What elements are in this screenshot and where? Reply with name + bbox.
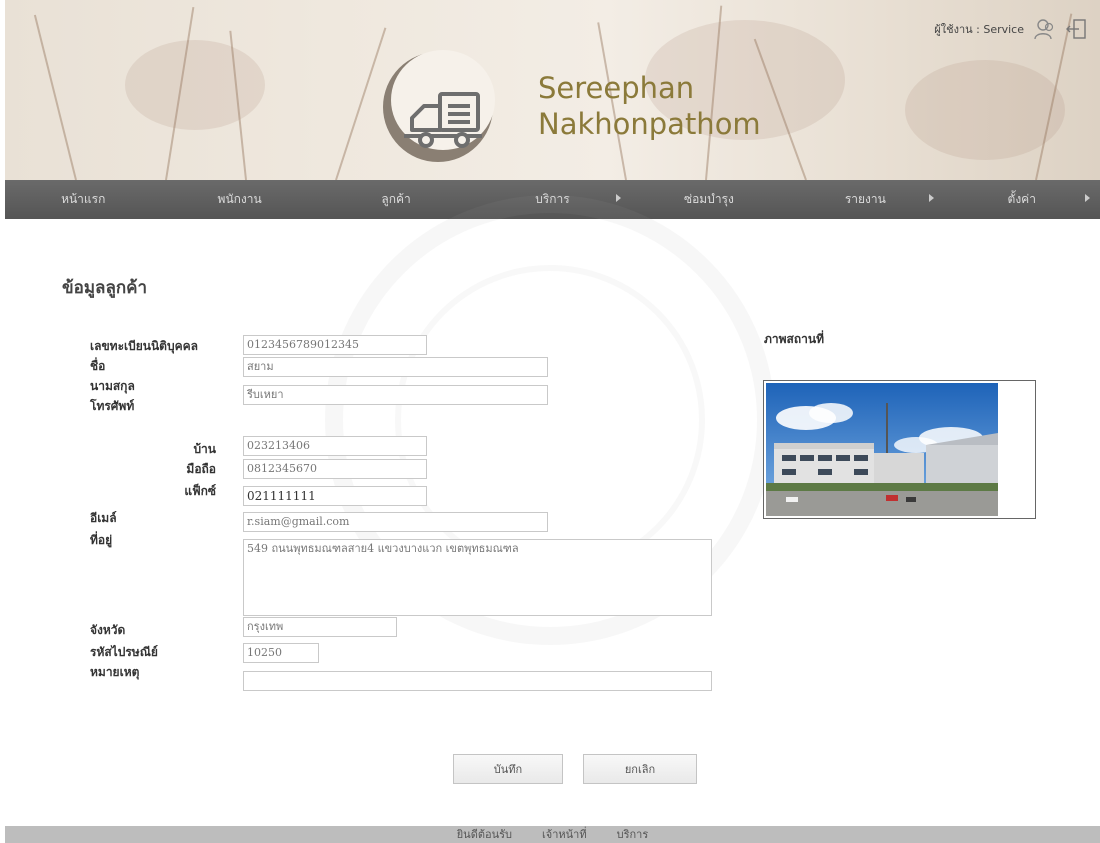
brand-name: Sereephan Nakhonpathom [538,70,761,142]
mobile-phone-field[interactable]: 0812345670 [243,459,427,479]
nav-item-home[interactable]: หน้าแรก [5,180,161,219]
footer-link-welcome[interactable]: ยินดีต้อนรับ [457,826,512,843]
remark-label: หมายเหตุ [90,665,140,679]
home-phone-label: บ้าน [193,442,216,456]
tax-id-field[interactable]: 0123456789012345 [243,335,427,355]
last-name-field[interactable]: รีบเหยา [243,385,548,405]
first-name-label: ชื่อ [90,359,106,373]
province-field[interactable]: กรุงเทพ [243,617,397,637]
footer-bar: ยินดีต้อนรับ เจ้าหน้าที่ บริการ [5,826,1100,843]
address-label: ที่อยู่ [90,533,113,547]
last-name-label: นามสกุล [90,379,135,393]
submenu-arrow-icon [1084,194,1090,202]
nav-item-label: บริการ [535,192,570,206]
location-image-label: ภาพสถานที่ [764,332,824,346]
banner-decoration [125,40,265,130]
phone-label: โทรศัพท์ [90,399,135,413]
remark-field[interactable] [243,671,712,691]
banner-stalk [33,14,77,180]
nav-item-label: ซ่อมบำรุง [683,192,734,206]
nav-item-label: พนักงาน [217,192,262,206]
user-icon[interactable] [1034,18,1056,40]
email-field[interactable]: r.siam@gmail.com [243,512,548,532]
banner-decoration [905,60,1065,160]
truck-logo-icon [404,92,482,148]
submenu-arrow-icon [615,194,621,202]
footer-link-service[interactable]: บริการ [617,826,649,843]
email-label: อีเมล์ [90,511,117,525]
tax-id-label: เลขทะเบียนนิติบุคคล [90,339,198,353]
home-phone-field[interactable]: 023213406 [243,436,427,456]
province-label: จังหวัด [90,623,126,637]
nav-item-settings[interactable]: ตั้งค่า [944,180,1100,219]
first-name-field[interactable]: สยาม [243,357,548,377]
address-field[interactable]: 549 ถนนพุทธมณฑลสาย4 แขวงบางแวก เขตพุทธมณ… [243,539,712,616]
save-button[interactable]: บันทึก [453,754,563,784]
nav-item-staff[interactable]: พนักงาน [161,180,317,219]
logout-icon[interactable] [1066,18,1088,40]
nav-item-maintenance[interactable]: ซ่อมบำรุง [631,180,787,219]
user-area: ผู้ใช้งาน : Service [934,18,1088,40]
nav-item-report[interactable]: รายงาน [787,180,943,219]
main-navbar: หน้าแรก พนักงาน ลูกค้า บริการ ซ่อมบำรุง … [5,180,1100,219]
fax-label: แฟ็กซ์ [184,484,216,498]
location-image-frame [763,380,1036,519]
footer-link-staff[interactable]: เจ้าหน้าที่ [542,826,587,843]
submenu-arrow-icon [928,194,934,202]
nav-item-label: หน้าแรก [61,192,106,206]
user-greeting: ผู้ใช้งาน : Service [934,23,1024,36]
mobile-phone-label: มือถือ [186,462,216,476]
banner-stalk [335,27,387,180]
location-photo [766,383,998,516]
page-title: ข้อมูลลูกค้า [62,278,148,298]
nav-item-label: รายงาน [844,192,886,206]
fax-field[interactable]: 021111111 [243,486,427,506]
nav-item-service[interactable]: บริการ [474,180,630,219]
brand-line-2: Nakhonpathom [538,107,761,141]
brand-line-1: Sereephan [538,71,695,105]
nav-item-label: ลูกค้า [381,192,411,206]
postcode-field[interactable]: 10250 [243,643,319,663]
postcode-label: รหัสไปรษณีย์ [90,645,158,659]
nav-item-label: ตั้งค่า [1007,192,1036,206]
cancel-button[interactable]: ยกเลิก [583,754,697,784]
nav-item-customer[interactable]: ลูกค้า [318,180,474,219]
